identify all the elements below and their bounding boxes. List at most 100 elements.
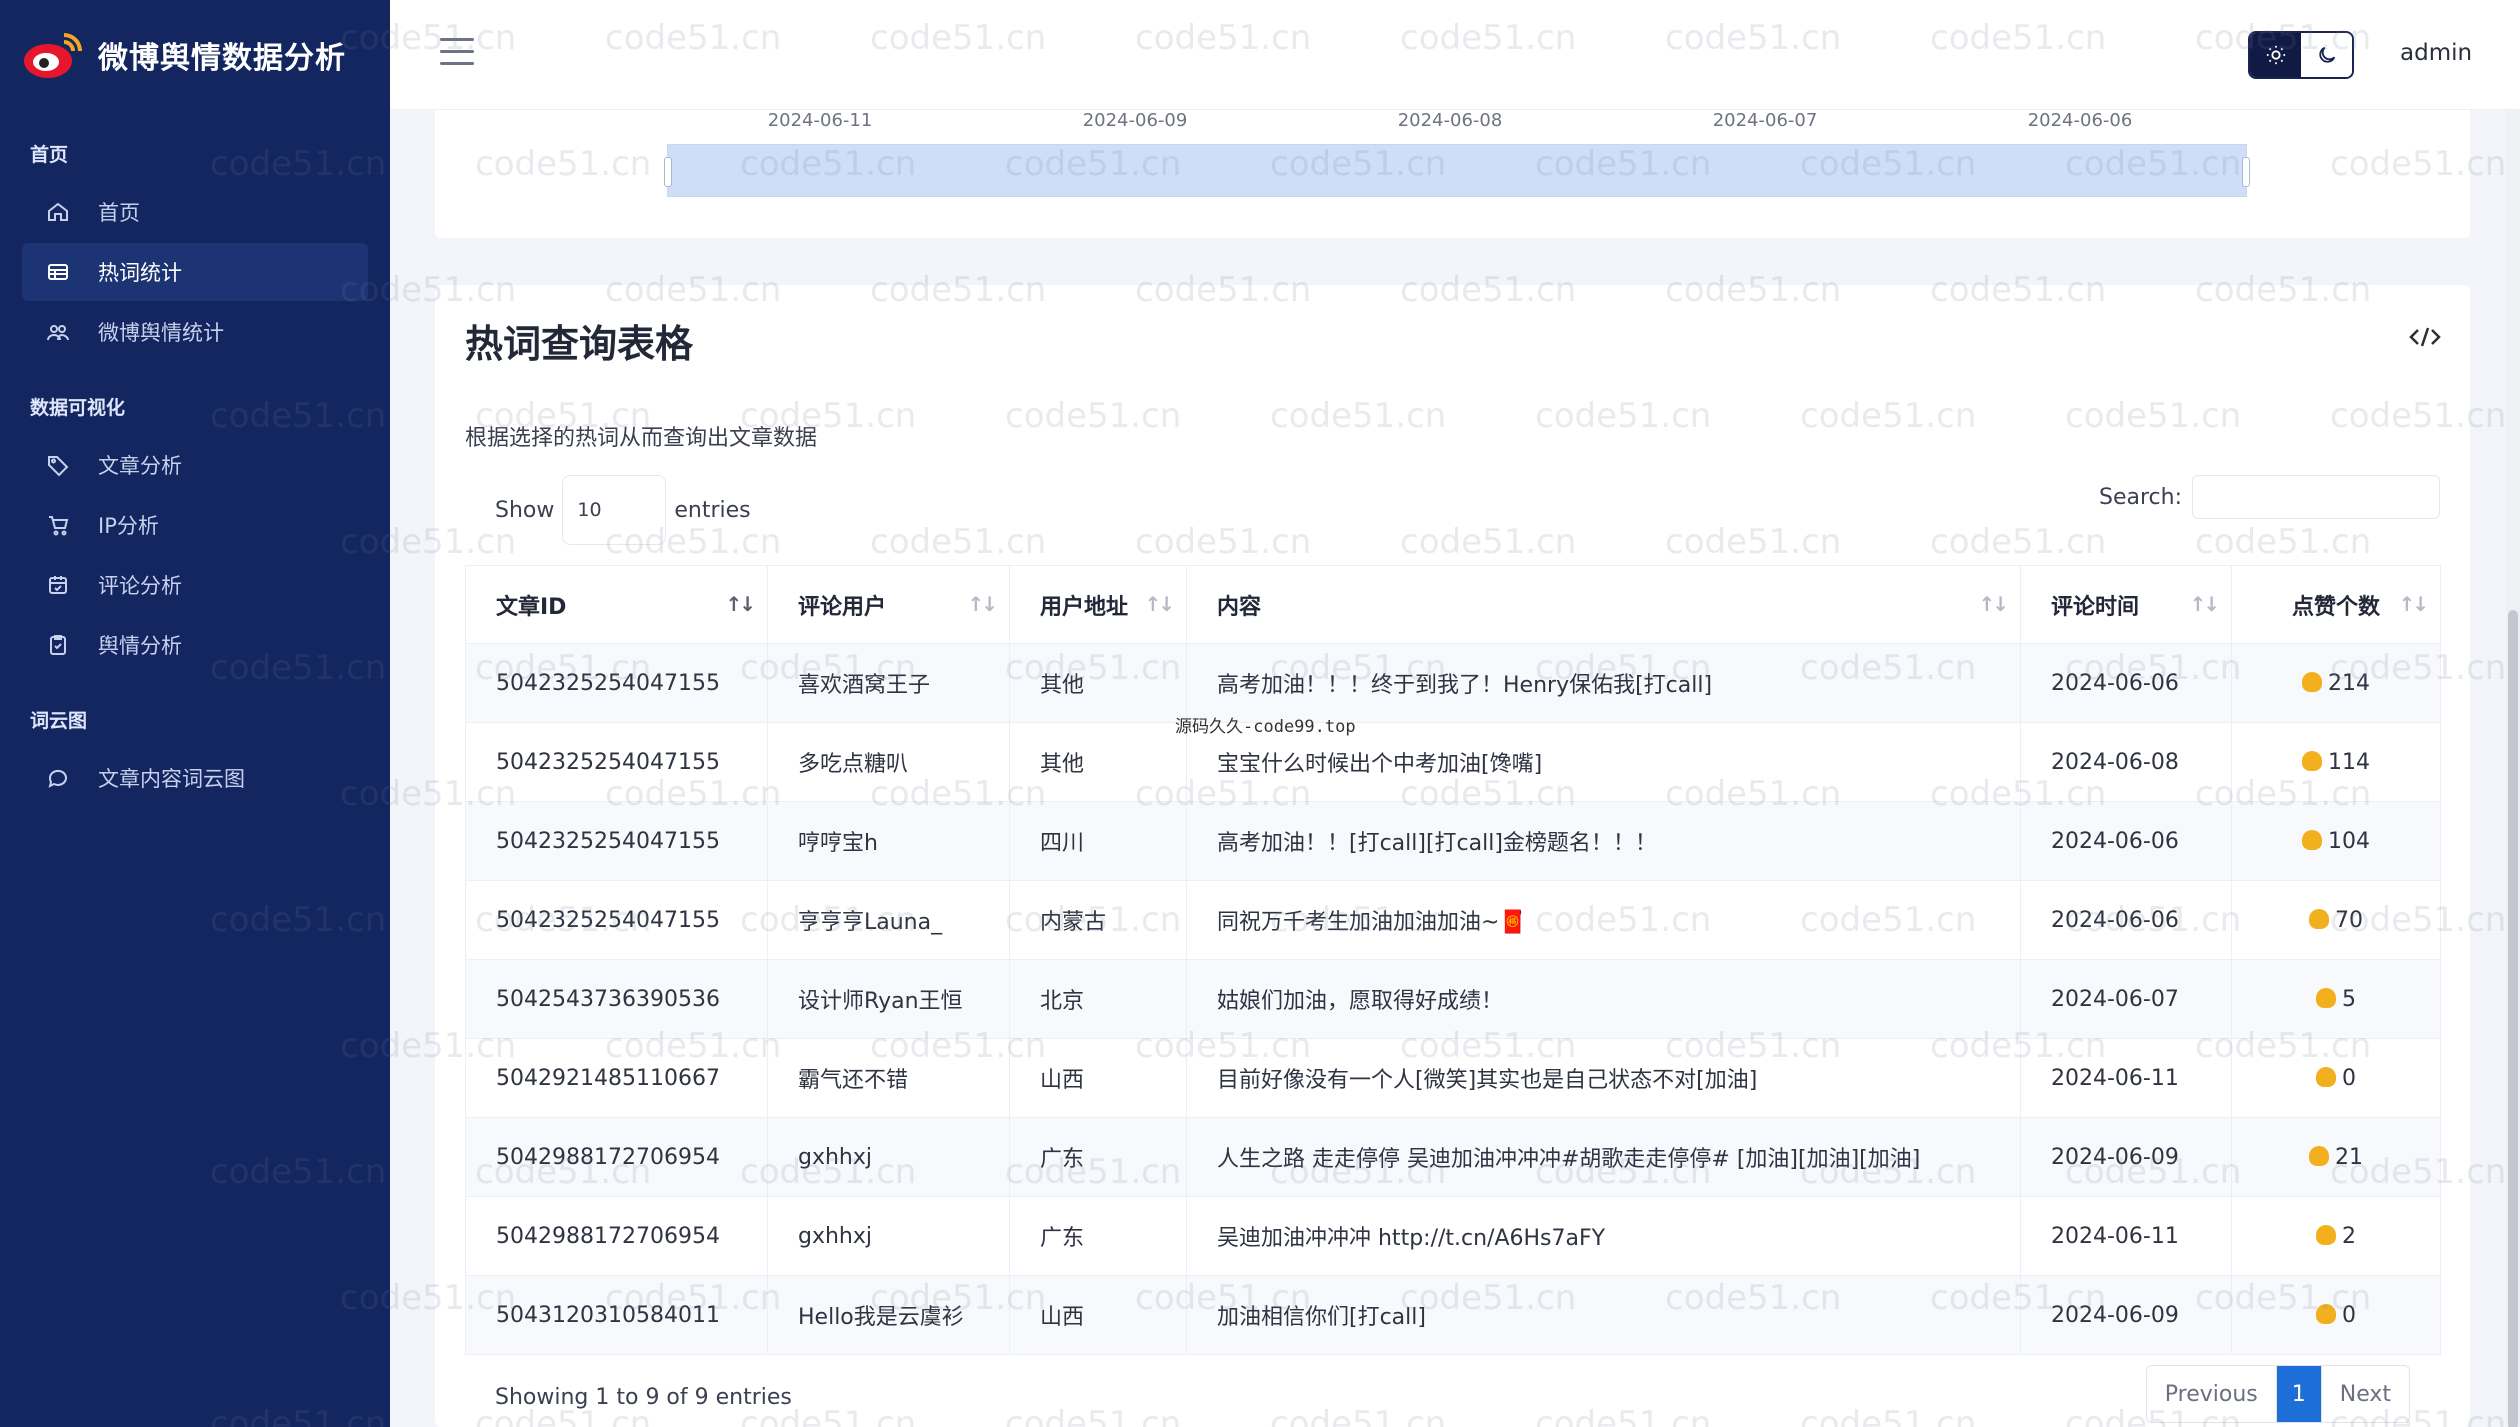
column-header-likes[interactable]: 点赞个数 ↑↓: [2231, 565, 2441, 644]
table-header-row: 文章ID ↑↓ 评论用户 ↑↓ 用户地址 ↑↓ 内容 ↑↓ 评论时间 ↑↓ 点赞个数 ↑↓: [465, 565, 2441, 644]
cart-icon: [44, 511, 72, 539]
table-cell: 2024-06-08: [2020, 722, 2232, 802]
pagination: Previous 1 Next: [2145, 1365, 2410, 1423]
like-count: 104: [2328, 828, 2370, 854]
search-input[interactable]: [2192, 475, 2440, 519]
app-title: 微博舆情数据分析: [98, 41, 346, 76]
overlay-note: 源码久久-code99.top: [1175, 717, 1356, 737]
column-header-location[interactable]: 用户地址 ↑↓: [1009, 565, 1187, 644]
like-count: 21: [2335, 1144, 2363, 1170]
user-menu[interactable]: admin: [2400, 40, 2472, 66]
sidebar-item[interactable]: 微博舆情统计: [22, 303, 368, 361]
table-row[interactable]: 5042325254047155 多吃点糖叭 其他 宝宝什么时候出个中考加油[馋嘴] 2…: [465, 722, 2441, 802]
thumbs-up-icon: [2302, 829, 2322, 850]
sidebar-item[interactable]: IP分析: [22, 496, 368, 554]
table-cell: 2024-06-09: [2020, 1275, 2232, 1355]
table-cell: 广东: [1009, 1117, 1187, 1197]
table-cell: 2: [2231, 1196, 2441, 1276]
datazoom-handle-left[interactable]: [664, 157, 672, 187]
sidebar-item[interactable]: 热词统计: [22, 243, 368, 301]
card-description: 根据选择的热词从而查询出文章数据: [465, 426, 818, 451]
previous-page-button[interactable]: Previous: [2147, 1366, 2277, 1422]
column-header-content[interactable]: 内容 ↑↓: [1186, 565, 2021, 644]
table-cell: 5042325254047155: [465, 801, 768, 881]
table-cell: 70: [2231, 880, 2441, 960]
table-cell: 5042921485110667: [465, 1038, 768, 1118]
table-cell: 多吃点糖叭: [767, 722, 1010, 802]
thumbs-up-icon: [2316, 987, 2336, 1008]
table-cell: 114: [2231, 722, 2441, 802]
table-cell: 同祝万千考生加油加油加油~🧧: [1186, 880, 2021, 960]
table-row[interactable]: 5042325254047155 哼哼宝h 四川 高考加油！！[打call][打cal…: [465, 801, 2441, 881]
nav-section-heading: 首页: [30, 144, 69, 166]
sidebar-item-label: 舆情分析: [98, 634, 182, 658]
thumbs-up-icon: [2316, 1303, 2336, 1324]
table-row[interactable]: 5042921485110667 霸气还不错 山西 目前好像没有一个人[微笑]其实也是…: [465, 1038, 2441, 1118]
brand[interactable]: 微博舆情数据分析: [0, 0, 390, 110]
column-header-user[interactable]: 评论用户 ↑↓: [767, 565, 1010, 644]
table-cell: 2024-06-11: [2020, 1038, 2232, 1118]
table-cell: 高考加油！！！终于到我了！Henry保佑我[打call]: [1186, 643, 2021, 723]
light-mode-sun-icon[interactable]: [2250, 33, 2301, 77]
table-cell: Hello我是云虞衫: [767, 1275, 1010, 1355]
table-cell: 5042988172706954: [465, 1196, 768, 1276]
thumbs-up-icon: [2309, 1145, 2329, 1166]
code-icon[interactable]: [2408, 325, 2442, 349]
table-row[interactable]: 5042543736390536 设计师Ryan王恒 北京 姑娘们加油，愿取得好成绩！…: [465, 959, 2441, 1039]
sidebar: 微博舆情数据分析 首页 首页 热词统计 微博舆情统计 数据可视化 文章分析 IP分析 评论分析…: [0, 0, 390, 1427]
sidebar-item[interactable]: 文章分析: [22, 436, 368, 494]
tag-icon: [44, 451, 72, 479]
datazoom-label: 2024-06-09: [1082, 110, 1188, 131]
like-count: 114: [2328, 749, 2370, 775]
table-cell: 山西: [1009, 1038, 1187, 1118]
table-row[interactable]: 5042988172706954 gxhhxj 广东 人生之路 走走停停 吴迪加油冲冲…: [465, 1117, 2441, 1197]
nav-section-heading: 数据可视化: [30, 397, 126, 419]
page-1-button[interactable]: 1: [2276, 1366, 2321, 1422]
weibo-logo-icon: [22, 29, 84, 81]
table-cell: 霸气还不错: [767, 1038, 1010, 1118]
thumbs-up-icon: [2316, 1224, 2336, 1245]
sidebar-item[interactable]: 评论分析: [22, 556, 368, 614]
table-cell: 2024-06-06: [2020, 801, 2232, 881]
page-scrollbar[interactable]: [2506, 110, 2520, 1427]
table-cell: 山西: [1009, 1275, 1187, 1355]
column-header-article-id[interactable]: 文章ID ↑↓: [465, 565, 768, 644]
table-cell: 2024-06-07: [2020, 959, 2232, 1039]
scrollbar-thumb[interactable]: [2508, 610, 2518, 1427]
theme-toggle[interactable]: [2248, 31, 2354, 79]
next-page-button[interactable]: Next: [2320, 1366, 2409, 1422]
column-header-time[interactable]: 评论时间 ↑↓: [2020, 565, 2232, 644]
nav-section-heading: 词云图: [30, 710, 88, 732]
table-cell: gxhhxj: [767, 1196, 1010, 1276]
table-row[interactable]: 5042325254047155 喜欢酒窝王子 其他 高考加油！！！终于到我了！Hen…: [465, 643, 2441, 723]
datazoom-label: 2024-06-06: [2027, 110, 2133, 131]
menu-toggle-icon[interactable]: [440, 38, 474, 68]
table-info: Showing 1 to 9 of 9 entries: [495, 1385, 792, 1410]
table-cell: 吴迪加油冲冲冲 http://t.cn/A6Hs7aFY: [1186, 1196, 2021, 1276]
dark-mode-moon-icon[interactable]: [2301, 33, 2352, 77]
datazoom-slider[interactable]: [664, 144, 2250, 197]
table-cell: 2024-06-06: [2020, 880, 2232, 960]
page-length-select[interactable]: 10: [562, 475, 667, 545]
table-cell: 5042325254047155: [465, 643, 768, 723]
like-count: 70: [2335, 907, 2363, 933]
sidebar-item[interactable]: 文章内容词云图: [22, 749, 368, 807]
table-row[interactable]: 5042325254047155 亨亨亨Launa_ 内蒙古 同祝万千考生加油加油加油…: [465, 880, 2441, 960]
datazoom-handle-right[interactable]: [2242, 157, 2250, 187]
table-row[interactable]: 5043120310584011 Hello我是云虞衫 山西 加油相信你们[打call…: [465, 1275, 2441, 1355]
table-cell: 104: [2231, 801, 2441, 881]
sidebar-item-label: 微博舆情统计: [98, 321, 224, 345]
sidebar-item-label: 文章内容词云图: [98, 767, 245, 791]
sidebar-nav: 首页 首页 热词统计 微博舆情统计 数据可视化 文章分析 IP分析 评论分析 舆情分析 词云图 文章…: [0, 110, 390, 807]
calendar-icon: [44, 571, 72, 599]
datazoom-selection[interactable]: [668, 145, 2246, 196]
chart-datazoom-card: 2024-06-11 2024-06-09 2024-06-08 2024-06…: [435, 110, 2470, 238]
show-label: Show: [495, 497, 555, 523]
table-row[interactable]: 5042988172706954 gxhhxj 广东 吴迪加油冲冲冲 http://t…: [465, 1196, 2441, 1276]
datazoom-label: 2024-06-11: [767, 110, 873, 131]
sort-icon: ↑↓: [2189, 592, 2219, 616]
sidebar-item[interactable]: 首页: [22, 183, 368, 241]
like-count: 0: [2342, 1065, 2356, 1091]
sidebar-item[interactable]: 舆情分析: [22, 616, 368, 674]
search-control: Search:: [2099, 475, 2440, 519]
